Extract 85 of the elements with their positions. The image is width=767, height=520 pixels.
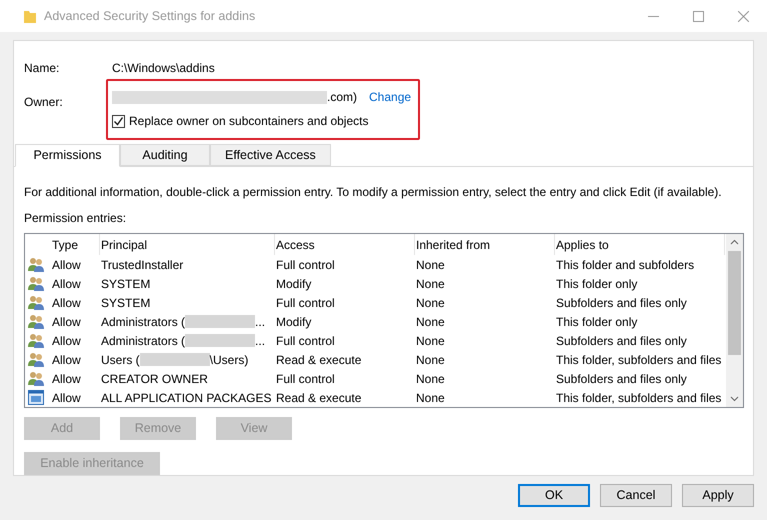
app-window-icon bbox=[28, 390, 44, 405]
principal-suffix: ... bbox=[255, 314, 266, 330]
table-cell-text: Full control bbox=[275, 294, 336, 312]
principal-name: Administrators ( bbox=[101, 314, 186, 330]
change-link[interactable]: Change bbox=[369, 88, 412, 106]
users-icon bbox=[28, 295, 45, 310]
tab[interactable]: Auditing bbox=[120, 144, 210, 166]
table-cell-text: This folder, subfolders and files bbox=[555, 390, 722, 406]
table-cell-text: Read & execute bbox=[275, 390, 362, 406]
table-cell-text: None bbox=[415, 332, 446, 350]
section-label: Permission entries: bbox=[24, 210, 128, 227]
column-header[interactable]: Inherited from bbox=[415, 234, 555, 255]
checkbox[interactable] bbox=[112, 114, 125, 128]
table-cell-text: None bbox=[415, 276, 446, 292]
table-cell-text: Modify bbox=[275, 276, 312, 292]
principal-suffix: ... bbox=[255, 332, 266, 350]
dialog-button[interactable]: OK bbox=[518, 484, 590, 507]
principal-suffix: \Users) bbox=[210, 352, 248, 368]
table-cell-text: Subfolders and files only bbox=[555, 294, 687, 312]
table-cell-text: None bbox=[415, 256, 446, 274]
principal-name: SYSTEM bbox=[101, 294, 150, 312]
field-label: Name: bbox=[24, 60, 60, 77]
table-cell-text: Subfolders and files only bbox=[555, 370, 687, 388]
maximize-icon[interactable] bbox=[693, 10, 704, 22]
folder-path: C:\Windows\addins bbox=[112, 60, 215, 77]
close-icon[interactable] bbox=[738, 10, 749, 22]
table-cell-text: Full control bbox=[275, 370, 336, 388]
checkbox-label: Replace owner on subcontainers and objects bbox=[129, 113, 368, 130]
table-cell-text: Allow bbox=[51, 256, 82, 274]
column-header[interactable]: Type bbox=[51, 234, 100, 255]
principal-name: TrustedInstaller bbox=[101, 256, 184, 274]
dialog-button[interactable]: Cancel bbox=[600, 484, 672, 507]
table-row[interactable]: Allow Users ( \Users) Read & execute None This folder, subfolders and files bbox=[25, 350, 726, 369]
column-header[interactable]: Applies to bbox=[555, 234, 725, 255]
table-row[interactable]: Allow ALL APPLICATION PACKAGES Read & execute None This folder, subfolders and files bbox=[25, 388, 726, 407]
scroll-thumb[interactable] bbox=[728, 251, 741, 355]
users-icon bbox=[28, 257, 45, 272]
table-cell-text: Allow bbox=[51, 294, 82, 312]
window-title: Advanced Security Settings for addins bbox=[44, 8, 256, 25]
table-row[interactable]: Allow SYSTEM Full control None Subfolders and files only bbox=[25, 293, 726, 312]
table-row[interactable]: Allow CREATOR OWNER Full control None Subfolders and files only bbox=[25, 369, 726, 388]
table-cell-text: This folder only bbox=[555, 314, 638, 330]
table-cell-text: Allow bbox=[51, 314, 82, 330]
table-cell-text: Read & execute bbox=[275, 352, 362, 368]
table-cell-text: None bbox=[415, 314, 446, 330]
table-row[interactable]: Allow SYSTEM Modify None This folder only bbox=[25, 274, 726, 293]
owner-name: .com) bbox=[327, 89, 357, 106]
principal-name: CREATOR OWNER bbox=[101, 370, 208, 388]
users-icon bbox=[28, 314, 45, 329]
principal-name: Administrators ( bbox=[101, 332, 186, 350]
table-cell-text: None bbox=[415, 390, 446, 406]
column-header[interactable]: Access bbox=[275, 234, 415, 255]
users-icon bbox=[28, 276, 45, 291]
principal-name: SYSTEM bbox=[101, 276, 150, 292]
table-cell-text: Full control bbox=[275, 256, 336, 274]
table-cell-text: Allow bbox=[51, 352, 82, 368]
tab[interactable]: Effective Access bbox=[210, 144, 331, 166]
table-cell-text: Allow bbox=[51, 332, 82, 350]
field-label: Owner: bbox=[24, 94, 64, 111]
table-cell-text: This folder, subfolders and files bbox=[555, 352, 722, 368]
table-cell-text: Allow bbox=[51, 370, 82, 388]
dialog-button[interactable]: Apply bbox=[682, 484, 754, 507]
table-row[interactable]: Allow TrustedInstaller Full control None This folder and subfolders bbox=[25, 255, 726, 274]
table-row[interactable]: Allow Administrators ( ... Full control None Subfolders and files only bbox=[25, 331, 726, 350]
table-cell-text: This folder only bbox=[555, 276, 638, 292]
column-header[interactable]: Principal bbox=[100, 234, 275, 255]
table-cell-text: Modify bbox=[275, 314, 312, 330]
table-cell-text: None bbox=[415, 370, 446, 388]
users-icon bbox=[28, 371, 45, 386]
table-row[interactable]: Allow Administrators ( ... Modify None This folder only bbox=[25, 312, 726, 331]
tab[interactable]: Permissions bbox=[15, 144, 120, 167]
users-icon bbox=[28, 352, 45, 367]
info-text: For additional information, double-click a permission entry. To modify a permission entry, select the entry and click Edit (if available). bbox=[24, 184, 723, 201]
principal-name: ALL APPLICATION PACKAGES bbox=[101, 390, 272, 406]
table-cell-text: Allow bbox=[51, 276, 82, 292]
table-cell-text: Subfolders and files only bbox=[555, 332, 687, 350]
table-cell-text: Full control bbox=[275, 332, 336, 350]
table-cell-text: None bbox=[415, 294, 446, 312]
table-cell-text: Allow bbox=[51, 390, 82, 406]
principal-name: Users ( bbox=[101, 352, 140, 368]
users-icon bbox=[28, 333, 45, 348]
table-cell-text: This folder and subfolders bbox=[555, 256, 694, 274]
scrollbar[interactable] bbox=[726, 234, 743, 407]
table-cell-text: None bbox=[415, 352, 446, 368]
folder-icon bbox=[24, 9, 36, 23]
